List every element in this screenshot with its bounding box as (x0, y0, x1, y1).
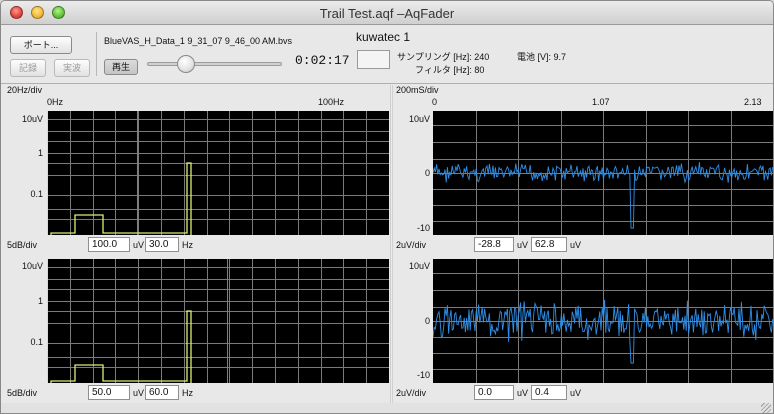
waveform1-y-tick-top: 10uV (408, 114, 430, 124)
spectrum1-amplitude-field[interactable]: 100.0 (88, 237, 130, 252)
record-button[interactable]: 記録 (10, 59, 46, 77)
window-title: Trail Test.aqf –AqFader (319, 6, 455, 21)
spectrum2-amplitude-field[interactable]: 50.0 (88, 385, 130, 400)
spectrum-x-end: 100Hz (318, 97, 345, 107)
play-button[interactable]: 再生 (104, 59, 138, 75)
waveform2-y-tick-bottom: -10 (416, 370, 430, 380)
waveform-plot-2[interactable] (433, 259, 773, 383)
waveform2-gain-unit: uV (570, 388, 582, 398)
data-filename: BlueVAS_H_Data_1 9_31_07 9_46_00 AM.bvs (104, 36, 292, 46)
waveform2-offset-unit: uV (517, 388, 529, 398)
spectrum-plot-2[interactable] (47, 259, 389, 383)
waveform2-gain-field[interactable]: 0.4 (531, 385, 567, 400)
port-button[interactable]: ポート... (10, 36, 72, 54)
spectrum-plot-2-svg (47, 259, 389, 383)
waveform1-offset-field[interactable]: -28.8 (474, 237, 514, 252)
waveform1-y-tick-zero: 0 (424, 168, 430, 178)
waveform-plot-2-svg (433, 259, 773, 383)
spectrum2-y-scale: 5dB/div (7, 388, 38, 398)
battery-voltage: 電池 [V]: 9.7 (517, 52, 567, 62)
spectrum1-y-tick-low: 0.1 (30, 189, 43, 199)
waveform1-gain-unit: uV (570, 240, 582, 250)
playback-time: 0:02:17 (295, 53, 350, 68)
waveform1-y-scale: 2uV/div (396, 240, 427, 250)
spectrum2-frequency-unit: Hz (182, 388, 193, 398)
playback-slider-thumb[interactable] (177, 55, 196, 73)
waveform-x-tick-end: 2.13 (744, 97, 762, 107)
toolbar-divider (96, 32, 97, 76)
device-name: kuwatec 1 (356, 30, 411, 44)
playback-slider-track[interactable] (147, 62, 282, 66)
device-status-box (357, 50, 390, 69)
app-window: Trail Test.aqf –AqFader ポート... 記録 実波 Blu… (0, 0, 774, 414)
waveform-x-tick-start: 0 (432, 97, 438, 107)
waveform-trace (433, 162, 773, 229)
waveform2-y-tick-top: 10uV (408, 261, 430, 271)
waveform2-y-scale: 2uV/div (396, 388, 427, 398)
toolbar-bottom-border (1, 83, 773, 84)
filter-frequency: フィルタ [Hz]: 80 (415, 65, 485, 75)
spectrum1-frequency-unit: Hz (182, 240, 193, 250)
spectrum-x-scale: 20Hz/div (7, 85, 43, 95)
spectrum1-y-tick-mid: 1 (37, 148, 43, 158)
spectrum2-amplitude-unit: uV (133, 388, 145, 398)
waveform1-offset-unit: uV (517, 240, 529, 250)
spectrum-trace (50, 310, 192, 383)
status-bar (1, 403, 773, 413)
spectrum2-y-tick-low: 0.1 (30, 337, 43, 347)
spectrum2-y-tick-top: 10uV (21, 261, 43, 271)
title-bar[interactable]: Trail Test.aqf –AqFader (1, 1, 773, 25)
resize-grip-icon[interactable] (761, 403, 771, 413)
spectrum-trace (50, 162, 192, 235)
live-button[interactable]: 実波 (54, 59, 90, 77)
waveform-x-tick-mid: 1.07 (592, 97, 610, 107)
spectrum-plot-1-svg (47, 111, 389, 235)
waveform2-y-tick-zero: 0 (424, 316, 430, 326)
spectrum2-y-tick-mid: 1 (37, 296, 43, 306)
waveform-plot-1-svg (433, 111, 773, 235)
waveform-x-scale: 200mS/div (396, 85, 439, 95)
waveform-plot-1[interactable] (433, 111, 773, 235)
spectrum1-y-tick-top: 10uV (21, 114, 43, 124)
spectrum-x-start: 0Hz (47, 97, 64, 107)
spectrum1-frequency-field[interactable]: 30.0 (145, 237, 179, 252)
toolbar: ポート... 記録 実波 BlueVAS_H_Data_1 9_31_07 9_… (1, 26, 773, 83)
pane-splitter[interactable] (390, 85, 393, 403)
waveform1-y-tick-bottom: -10 (416, 223, 430, 233)
spectrum2-frequency-field[interactable]: 60.0 (145, 385, 179, 400)
spectrum1-amplitude-unit: uV (133, 240, 145, 250)
spectrum-plot-1[interactable] (47, 111, 389, 235)
spectrum1-y-scale: 5dB/div (7, 240, 38, 250)
sampling-rate: サンプリング [Hz]: 240 (397, 52, 490, 62)
waveform2-offset-field[interactable]: 0.0 (474, 385, 514, 400)
waveform1-gain-field[interactable]: 62.8 (531, 237, 567, 252)
